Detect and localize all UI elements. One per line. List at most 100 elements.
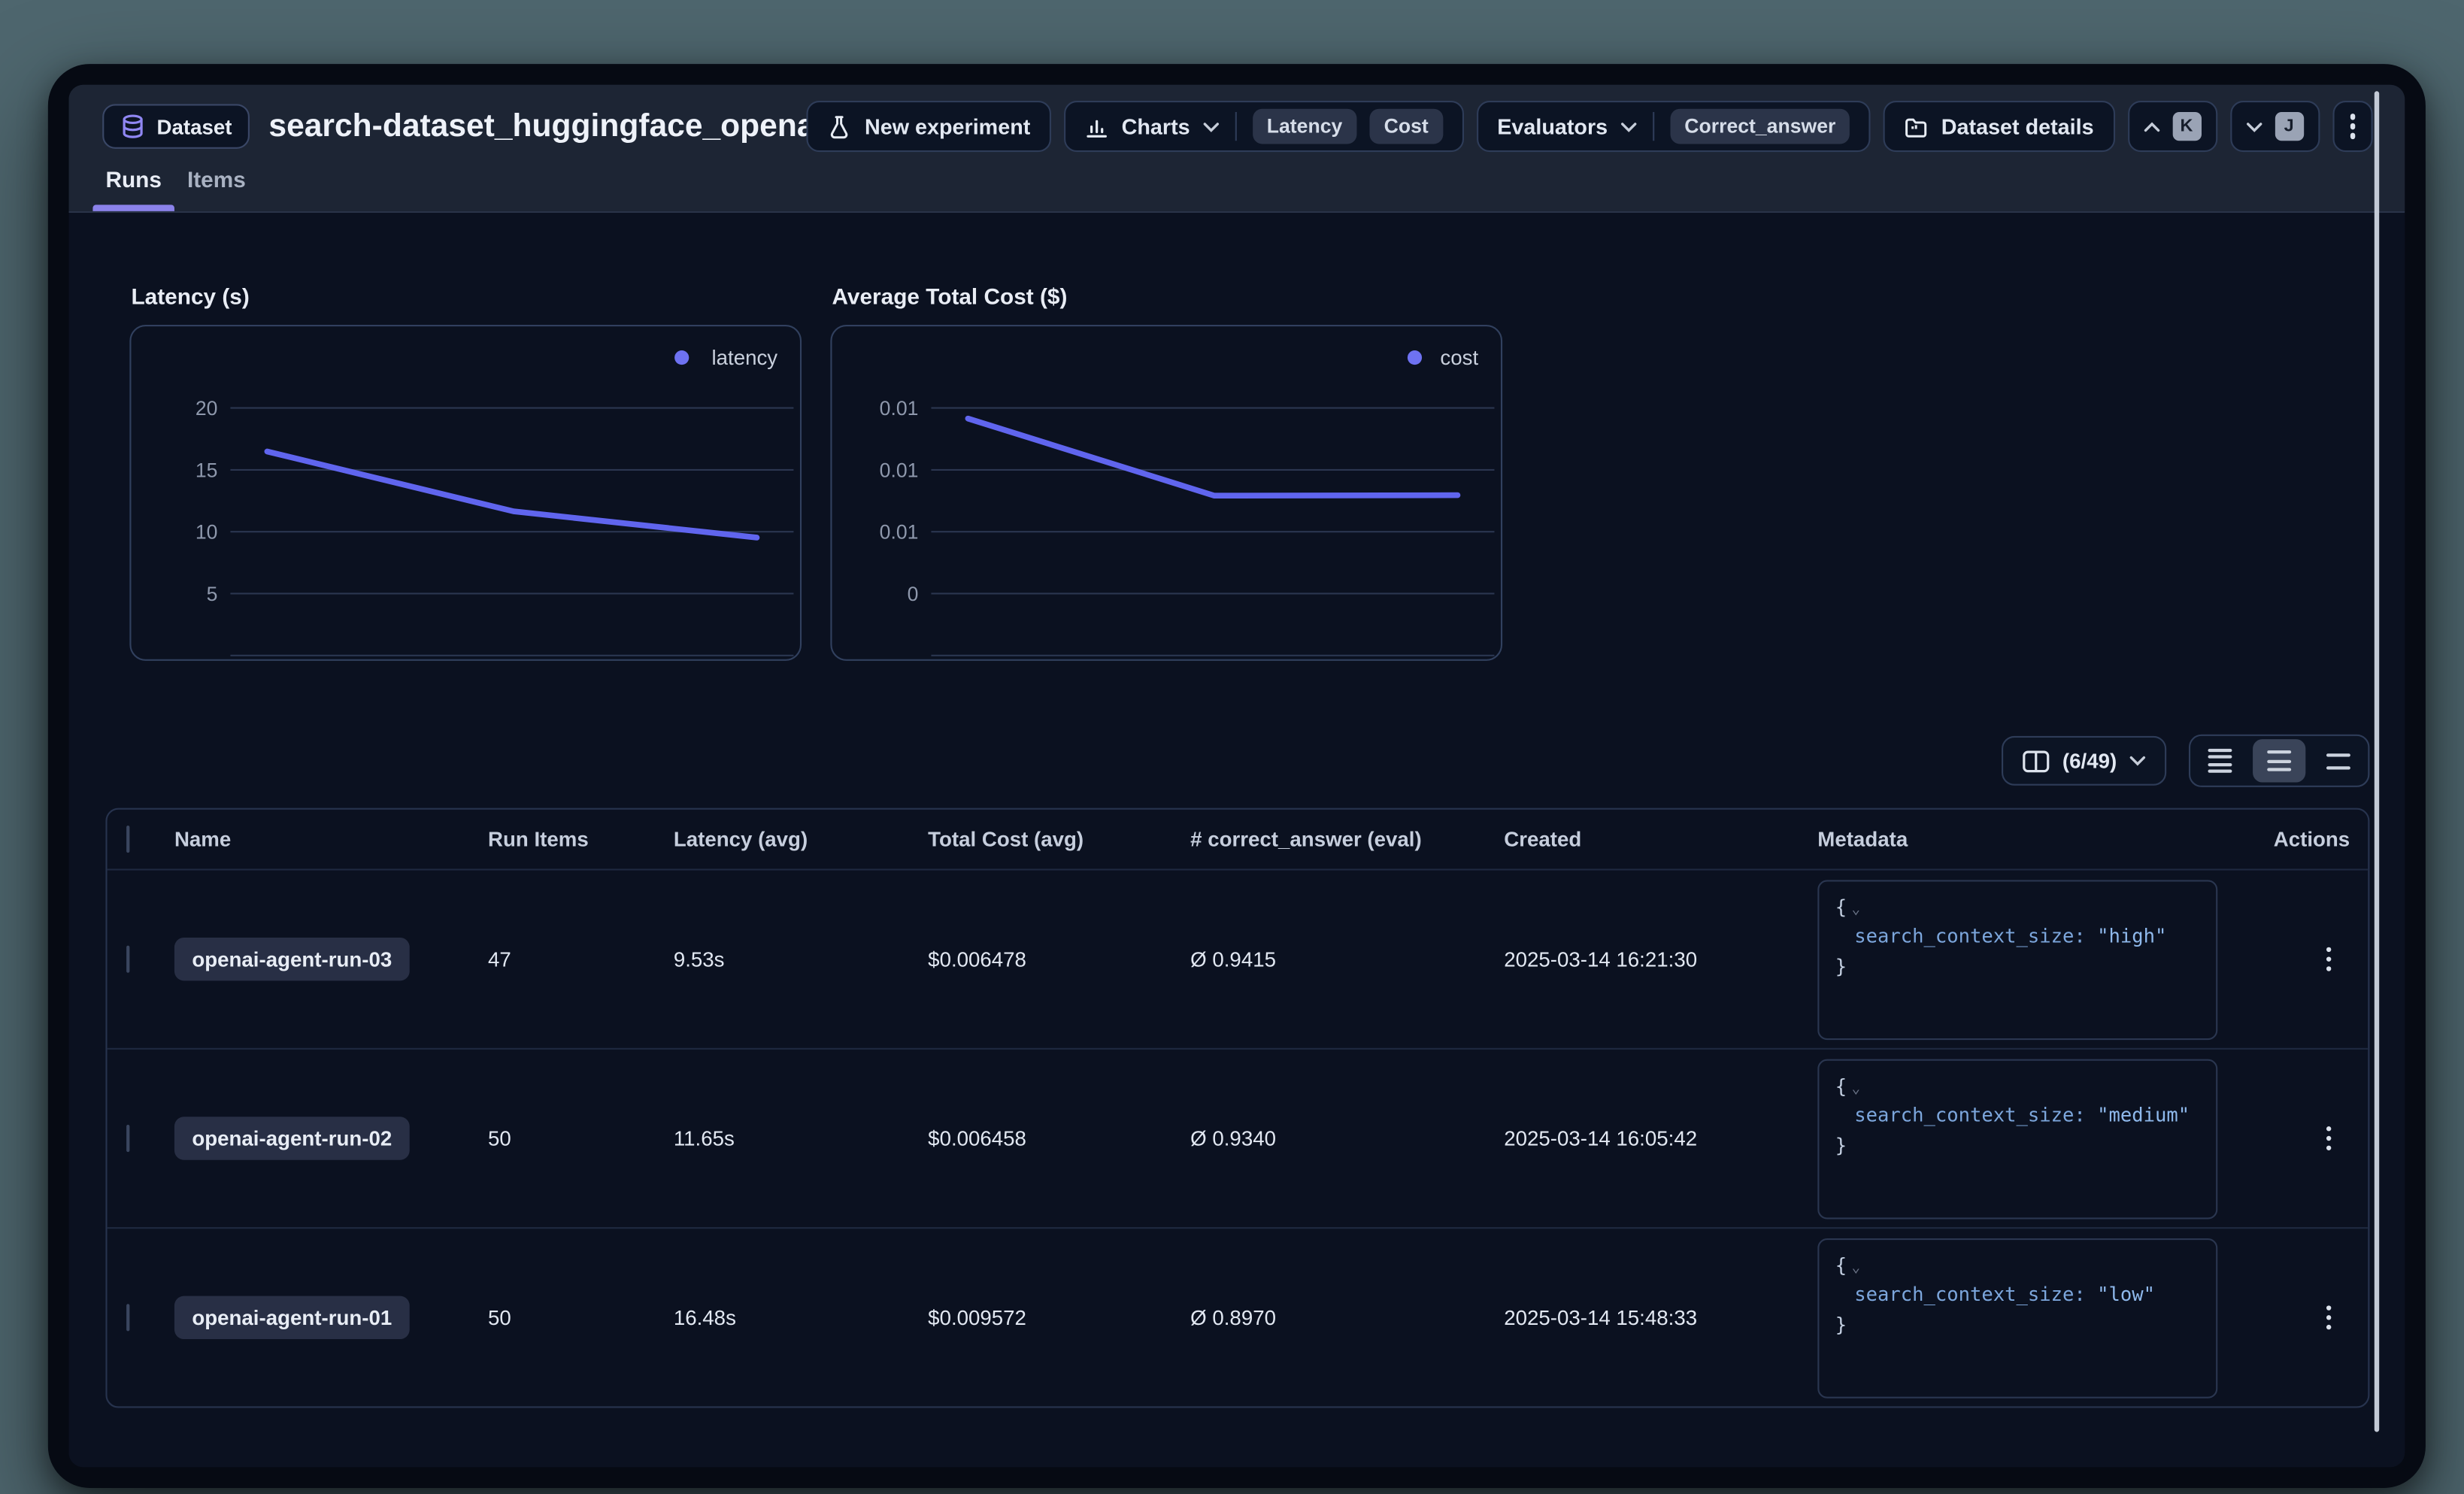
- topbar-left: Dataset search-dataset_huggingface_opena…: [102, 104, 807, 149]
- metadata-json-box: {⌄ search_context_size: "high" }: [1817, 879, 2217, 1039]
- col-header-correct-answer: # correct_answer (eval): [1190, 827, 1504, 851]
- tab-bar: Runs Items: [68, 166, 2405, 211]
- svg-text:0: 0: [908, 583, 919, 605]
- keycap-j: J: [2275, 112, 2303, 141]
- latency-cell: 9.53s: [674, 947, 928, 971]
- tab-items[interactable]: Items: [174, 166, 259, 211]
- latency-chart-block: Latency (s) 2015105latency: [129, 283, 802, 661]
- new-experiment-button[interactable]: New experiment: [807, 101, 1051, 152]
- row-checkbox[interactable]: [126, 946, 129, 973]
- evaluators-button[interactable]: Evaluators Correct_answer: [1477, 101, 1871, 152]
- expand-chevron-icon[interactable]: ⌄: [1851, 902, 1860, 917]
- new-experiment-label: New experiment: [865, 114, 1030, 138]
- col-header-run-items: Run Items: [488, 827, 674, 851]
- svg-text:10: 10: [195, 521, 218, 544]
- run-items-cell: 50: [488, 1305, 674, 1329]
- row-actions-button[interactable]: [2290, 1305, 2368, 1330]
- col-header-name: Name: [174, 827, 488, 851]
- metadata-json-box: {⌄ search_context_size: "medium" }: [1817, 1059, 2217, 1219]
- select-all-checkbox[interactable]: [126, 826, 129, 853]
- chevron-down-icon: [1203, 121, 1219, 132]
- rows-medium-icon: [2267, 747, 2291, 774]
- rows-large-icon: [2326, 748, 2350, 774]
- total-cost-cell: $0.009572: [928, 1305, 1190, 1329]
- column-visibility-button[interactable]: (6/49): [2002, 736, 2166, 786]
- flask-icon: [828, 114, 852, 138]
- charts-button[interactable]: Charts Latency Cost: [1064, 101, 1464, 152]
- evaluator-chip-correct-answer[interactable]: Correct_answer: [1670, 109, 1850, 144]
- divider: [1235, 112, 1236, 141]
- col-header-metadata: Metadata: [1817, 827, 2273, 851]
- dataset-details-label: Dataset details: [1941, 114, 2094, 138]
- col-header-actions: Actions: [2274, 827, 2369, 851]
- row-actions-button[interactable]: [2290, 947, 2368, 971]
- expand-chevron-icon[interactable]: ⌄: [1851, 1080, 1860, 1096]
- cost-chart-title: Average Total Cost ($): [832, 283, 1503, 309]
- row-checkbox[interactable]: [126, 1304, 129, 1331]
- row-height-small-button[interactable]: [2190, 736, 2250, 786]
- chevron-down-icon: [2246, 121, 2262, 132]
- header: Dataset search-dataset_huggingface_opena…: [68, 85, 2405, 213]
- chart-chip-latency[interactable]: Latency: [1253, 109, 1357, 144]
- created-cell: 2025-03-14 16:05:42: [1504, 1126, 1817, 1150]
- svg-text:0.01: 0.01: [880, 521, 919, 544]
- topbar-actions: New experiment Charts Latency Cost: [807, 101, 2372, 152]
- chart-chip-cost[interactable]: Cost: [1369, 109, 1442, 144]
- chevron-up-icon: [2144, 121, 2159, 132]
- charts-label: Charts: [1122, 114, 1190, 138]
- row-height-medium-button[interactable]: [2253, 739, 2305, 782]
- eval-cell: Ø 0.9340: [1190, 1126, 1504, 1150]
- row-height-large-button[interactable]: [2309, 736, 2369, 786]
- folder-icon: [1905, 114, 1929, 138]
- columns-icon: [2023, 750, 2050, 772]
- col-header-latency: Latency (avg): [674, 827, 928, 851]
- svg-text:15: 15: [195, 459, 218, 481]
- table-row: openai-agent-run-01 50 16.48s $0.009572 …: [108, 1227, 2369, 1406]
- rows-small-icon: [2208, 747, 2232, 774]
- svg-text:20: 20: [195, 397, 218, 420]
- latency-cell: 16.48s: [674, 1305, 928, 1329]
- svg-text:0.01: 0.01: [880, 397, 919, 420]
- cost-chart-panel: 0.01 0.01 0.01 0 cost: [830, 325, 1502, 661]
- table-header-row: Name Run Items Latency (avg) Total Cost …: [108, 810, 2369, 869]
- run-name-pill[interactable]: openai-agent-run-01: [174, 1296, 410, 1339]
- col-header-created: Created: [1504, 827, 1817, 851]
- latency-chart-title: Latency (s): [131, 283, 802, 309]
- table-row: openai-agent-run-03 47 9.53s $0.006478 Ø…: [108, 868, 2369, 1047]
- kebab-icon: [2350, 114, 2355, 139]
- total-cost-cell: $0.006478: [928, 947, 1190, 971]
- row-height-toggle: [2189, 735, 2369, 787]
- main-content: Latency (s) 2015105latency Average Total…: [68, 213, 2405, 1467]
- column-count-label: (6/49): [2062, 749, 2117, 773]
- bar-chart-icon: [1085, 114, 1109, 138]
- app-window: Dataset search-dataset_huggingface_opena…: [48, 64, 2426, 1488]
- run-name-pill[interactable]: openai-agent-run-03: [174, 938, 410, 980]
- database-icon: [120, 114, 146, 139]
- svg-text:0.01: 0.01: [880, 459, 919, 481]
- svg-text:5: 5: [207, 583, 218, 605]
- table-row: openai-agent-run-02 50 11.65s $0.006458 …: [108, 1048, 2369, 1227]
- chevron-down-icon: [1620, 121, 1636, 132]
- run-name-pill[interactable]: openai-agent-run-02: [174, 1117, 410, 1159]
- evaluators-label: Evaluators: [1497, 114, 1608, 138]
- latency-chart-panel: 2015105latency: [129, 325, 802, 661]
- cost-line-chart: 0.01 0.01 0.01 0 cost: [832, 326, 1501, 659]
- more-menu-button[interactable]: [2332, 101, 2373, 152]
- charts-section: Latency (s) 2015105latency Average Total…: [129, 283, 2405, 661]
- svg-text:cost: cost: [1440, 346, 1478, 369]
- total-cost-cell: $0.006458: [928, 1126, 1190, 1150]
- keycap-k: K: [2172, 112, 2201, 141]
- next-run-button[interactable]: J: [2229, 101, 2319, 152]
- tab-runs[interactable]: Runs: [92, 166, 174, 211]
- row-checkbox[interactable]: [126, 1125, 129, 1152]
- col-header-total-cost: Total Cost (avg): [928, 827, 1190, 851]
- prev-run-button[interactable]: K: [2127, 101, 2217, 152]
- dataset-details-button[interactable]: Dataset details: [1884, 101, 2114, 152]
- expand-chevron-icon[interactable]: ⌄: [1851, 1260, 1860, 1276]
- topbar: Dataset search-dataset_huggingface_opena…: [68, 85, 2405, 152]
- latency-line-chart: 2015105latency: [131, 326, 799, 659]
- vertical-scrollbar[interactable]: [2375, 91, 2379, 1432]
- cost-chart-block: Average Total Cost ($) 0.01 0.01 0.01 0 cost: [830, 283, 1502, 661]
- row-actions-button[interactable]: [2290, 1126, 2368, 1151]
- dataset-badge-label: Dataset: [157, 114, 232, 138]
